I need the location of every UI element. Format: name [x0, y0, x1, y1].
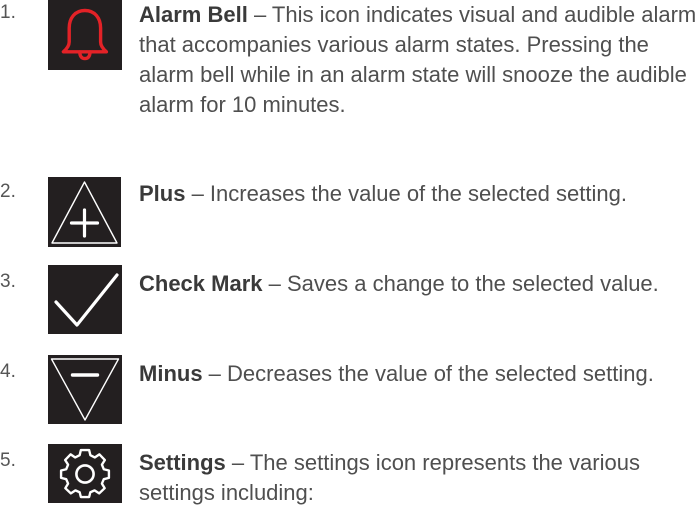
item-description: Minus – Decreases the value of the selec…	[139, 359, 699, 389]
item-term: Minus	[139, 361, 203, 386]
item-number: 3.	[0, 271, 16, 292]
item-text: – Increases the value of the selected se…	[185, 181, 627, 206]
item-number: 5.	[0, 450, 16, 471]
bell-icon	[48, 0, 122, 70]
item-term: Check Mark	[139, 271, 263, 296]
item-description: Settings – The settings icon represents …	[139, 448, 699, 508]
item-description: Plus – Increases the value of the select…	[139, 179, 699, 209]
item-description: Check Mark – Saves a change to the selec…	[139, 269, 699, 299]
item-number: 1.	[0, 2, 16, 23]
item-term: Plus	[139, 181, 186, 206]
item-term: Settings	[139, 450, 226, 475]
gear-icon	[48, 444, 122, 503]
item-text: – Saves a change to the selected value.	[262, 271, 659, 296]
plus-triangle-icon	[48, 177, 121, 247]
minus-triangle-icon	[48, 355, 122, 424]
item-description: Alarm Bell – This icon indicates visual …	[139, 0, 699, 120]
item-number: 2.	[0, 181, 16, 202]
item-text: – Decreases the value of the selected se…	[202, 361, 654, 386]
item-number: 4.	[0, 361, 16, 382]
item-term: Alarm Bell	[139, 2, 248, 27]
check-mark-icon	[48, 265, 122, 334]
